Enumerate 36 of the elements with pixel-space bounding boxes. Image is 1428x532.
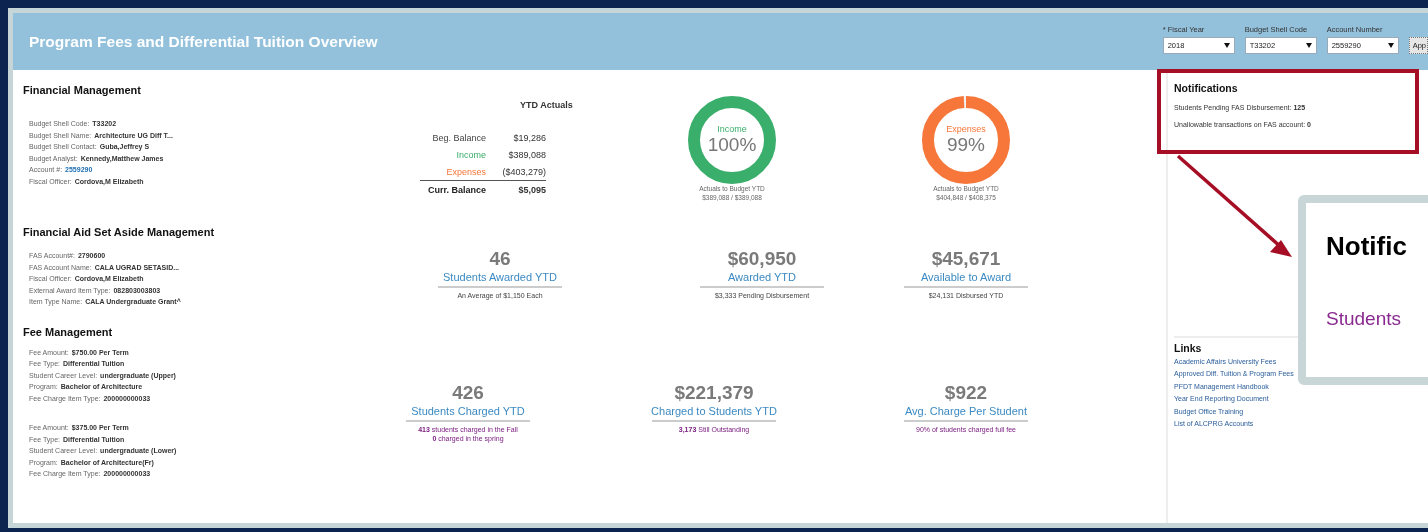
metric-label: Charged to Students YTD [651,403,777,419]
metric-value: $60,950 [727,248,797,270]
section-title: Fee Management [23,325,114,338]
donut-label: Expenses [946,124,986,134]
page-title: Program Fees and Differential Tuition Overview [29,32,378,51]
ytd-value: $5,095 [517,184,546,195]
ytd-label: Income [455,149,486,160]
ytd-label: Expenses [445,166,486,177]
ytd-value: $19,286 [512,132,546,143]
metric-label: Students Charged YTD [411,403,525,419]
callout-title: Notific [1326,231,1408,262]
section-title: Financial Management [23,84,142,96]
donut-percent: 99% [947,134,985,156]
metric-value: $45,671 [931,248,1001,270]
metric-value: $221,379 [674,381,754,404]
section-title: Financial Aid Set Aside Management [23,226,216,238]
links-title: Links [1174,342,1203,354]
callout-text: Students [1326,308,1402,330]
metric-label: Students Awarded YTD [443,270,557,285]
ytd-title: YTD Actuals [520,100,574,110]
notifications-title: Notifications [1174,82,1239,94]
metric-value: 46 [489,248,511,270]
metric-label: Avg. Charge Per Student [904,403,1028,419]
metric-value: 426 [452,381,484,404]
metric-label: Available to Award [920,270,1012,285]
caret-icon [1305,43,1312,48]
metric-label: Awarded YTD [727,270,797,285]
donut-percent: 100% [707,134,757,156]
metric-value: $922 [944,381,988,404]
ytd-label: Curr. Balance [426,184,486,195]
ytd-value: $389,088 [507,149,546,160]
ytd-label: Beg. Balance [431,132,486,143]
caret-icon [1387,43,1394,48]
ytd-value: ($403,279) [501,166,546,177]
donut-label: Income [717,124,747,134]
caret-icon [1223,43,1230,48]
